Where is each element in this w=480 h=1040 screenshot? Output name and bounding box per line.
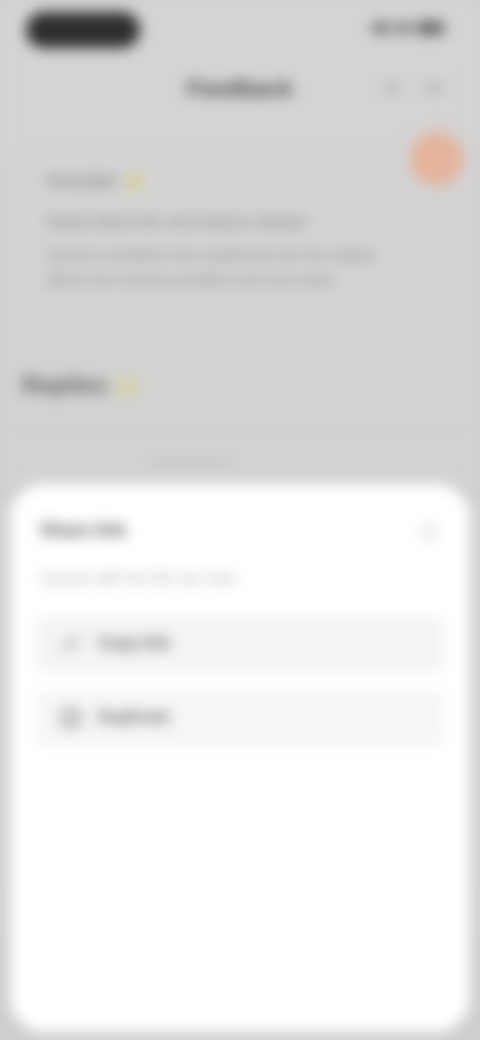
sheet-subtitle: Anyone with the link can view <box>40 570 236 587</box>
divider <box>0 430 480 431</box>
close-icon[interactable] <box>420 522 440 542</box>
option-label: Duplicate <box>98 709 171 726</box>
section-header: Replies <box>22 372 140 400</box>
battery-icon <box>416 22 444 34</box>
duplicate-button[interactable]: Duplicate <box>36 690 444 746</box>
signal-icon <box>372 23 390 33</box>
share-sheet: Share link Anyone with the link can view… <box>10 484 470 1032</box>
link-icon <box>62 635 80 653</box>
more-icon[interactable] <box>382 86 402 90</box>
profile-description: Shared a detailed note explaining how th… <box>46 247 376 290</box>
minimize-icon[interactable] <box>424 86 444 90</box>
wifi-icon <box>396 23 410 33</box>
profile-headline: Asked about the new feature release <box>46 214 307 231</box>
status-bar <box>0 0 480 60</box>
sheet-header: Share link <box>40 520 440 550</box>
dynamic-island <box>26 12 140 48</box>
copy-icon <box>62 709 80 727</box>
star-icon <box>117 375 140 397</box>
section-title: Replies <box>22 372 108 399</box>
profile-block: Sanaullah Asked about the new feature re… <box>46 170 406 294</box>
avatar[interactable] <box>410 132 464 186</box>
header: Feedback <box>0 64 480 114</box>
header-actions <box>382 80 444 90</box>
app-screen: Feedback Sanaullah Asked about the new f… <box>0 0 480 1040</box>
copy-link-button[interactable]: Copy link <box>36 616 444 672</box>
option-label: Copy link <box>98 635 171 652</box>
profile-name: Sanaullah <box>46 173 118 190</box>
profile-name-row: Sanaullah <box>46 170 406 194</box>
sheet-title: Share link <box>40 520 127 540</box>
sheet-handle[interactable] <box>150 460 230 466</box>
status-icons <box>372 22 444 34</box>
verified-badge-icon <box>127 174 144 190</box>
